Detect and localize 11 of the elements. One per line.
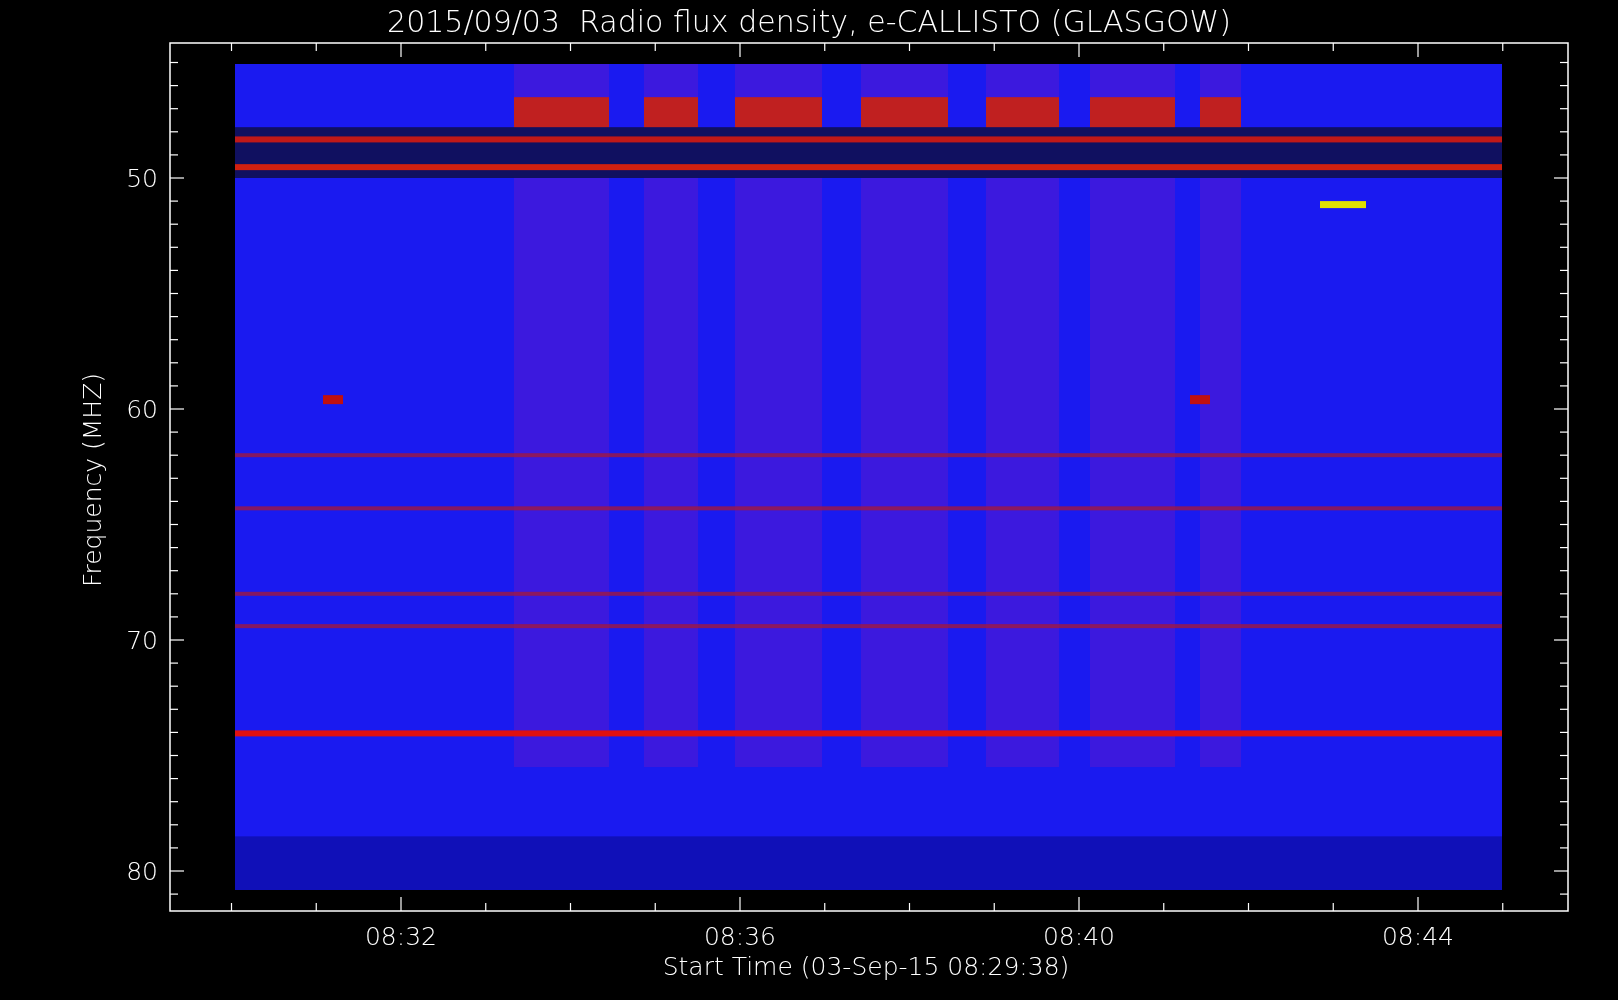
tick-label: 08:44 — [1382, 922, 1454, 951]
tick-label: 08:40 — [1043, 922, 1115, 951]
tick-label: 08:32 — [365, 922, 437, 951]
chart-title: 2015/09/03 Radio flux density, e-CALLISTO (GLASGOW) — [387, 4, 1231, 39]
tick-label: 70 — [126, 626, 158, 655]
tick-label: 08:36 — [704, 922, 776, 951]
tick-label: 60 — [126, 395, 158, 424]
tick-label: 50 — [126, 164, 158, 193]
tick-label: 80 — [126, 857, 158, 886]
axis-title: Start Time (03-Sep-15 08:29:38) — [662, 952, 1070, 981]
axis-title: Frequency (MHZ) — [78, 372, 107, 588]
